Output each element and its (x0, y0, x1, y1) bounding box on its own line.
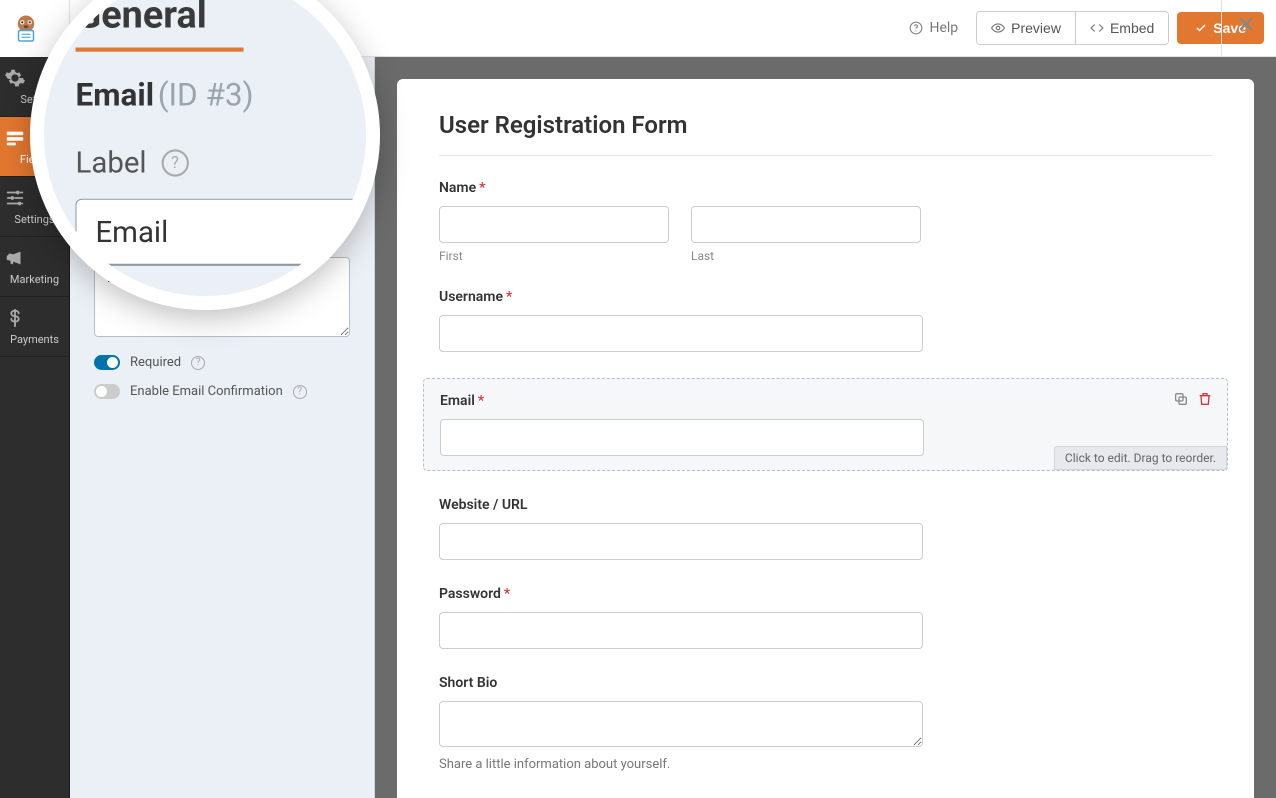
password-input[interactable] (439, 612, 923, 649)
field-username[interactable]: Username* (439, 289, 1212, 352)
wpforms-logo-icon (8, 11, 44, 47)
help-icon[interactable]: ? (293, 385, 307, 399)
field-label: Email* (440, 393, 1211, 409)
help-link[interactable]: Help (909, 20, 958, 36)
mag-label-input: Email (76, 199, 370, 266)
website-input[interactable] (439, 523, 923, 560)
email-input[interactable] (440, 419, 924, 456)
mag-tab-general: General (76, 0, 351, 48)
mag-field-id: (ID #3) (158, 77, 254, 114)
field-label: Website / URL (439, 497, 1212, 513)
name-last-input[interactable] (691, 206, 921, 243)
copy-icon (1173, 391, 1189, 407)
mag-tab-underline (76, 48, 244, 52)
reorder-hint: Click to edit. Drag to reorder. (1054, 446, 1227, 470)
required-toggle-label: Required (130, 355, 181, 370)
email-confirmation-toggle[interactable] (94, 384, 120, 399)
field-label: Name* (439, 180, 1212, 196)
help-icon (909, 21, 923, 35)
nav-item-payments[interactable]: Payments (0, 297, 69, 357)
form-preview: User Registration Form Name* First Last (375, 0, 1276, 798)
field-name[interactable]: Name* First Last (439, 180, 1212, 263)
field-label: Password* (439, 586, 1212, 602)
check-icon (1195, 22, 1207, 34)
field-shortbio[interactable]: Short Bio Share a little information abo… (439, 675, 1212, 772)
close-builder-button[interactable] (1232, 14, 1260, 34)
email-confirmation-label: Enable Email Confirmation (130, 384, 283, 399)
mag-label-label: Label (76, 145, 147, 180)
help-icon[interactable]: ? (191, 356, 205, 370)
name-first-input[interactable] (439, 206, 669, 243)
eye-icon (991, 21, 1005, 35)
first-sublabel: First (439, 249, 669, 263)
help-icon: ? (161, 149, 188, 176)
mag-field-name: Email (76, 77, 155, 114)
trash-icon (1197, 391, 1213, 407)
field-email-selected[interactable]: Email* Click to edit. Drag to reorder. (423, 378, 1228, 471)
embed-button[interactable]: Embed (1075, 12, 1168, 44)
username-input[interactable] (439, 315, 923, 352)
field-label: Username* (439, 289, 1212, 305)
preview-button[interactable]: Preview (977, 12, 1075, 44)
last-sublabel: Last (691, 249, 921, 263)
duplicate-field-button[interactable] (1173, 391, 1189, 407)
field-label: Short Bio (439, 675, 1212, 691)
magnifier-overlay: General Email (ID #3) Label ? Email (30, 0, 380, 310)
field-website[interactable]: Website / URL (439, 497, 1212, 560)
form-title: User Registration Form (439, 111, 1212, 156)
code-icon (1090, 21, 1104, 35)
shortbio-input[interactable] (439, 701, 923, 747)
delete-field-button[interactable] (1197, 391, 1213, 407)
close-icon (1236, 14, 1256, 34)
dollar-icon (4, 307, 65, 329)
required-toggle[interactable] (94, 355, 120, 370)
field-password[interactable]: Password* (439, 586, 1212, 649)
shortbio-hint: Share a little information about yoursel… (439, 757, 1212, 772)
